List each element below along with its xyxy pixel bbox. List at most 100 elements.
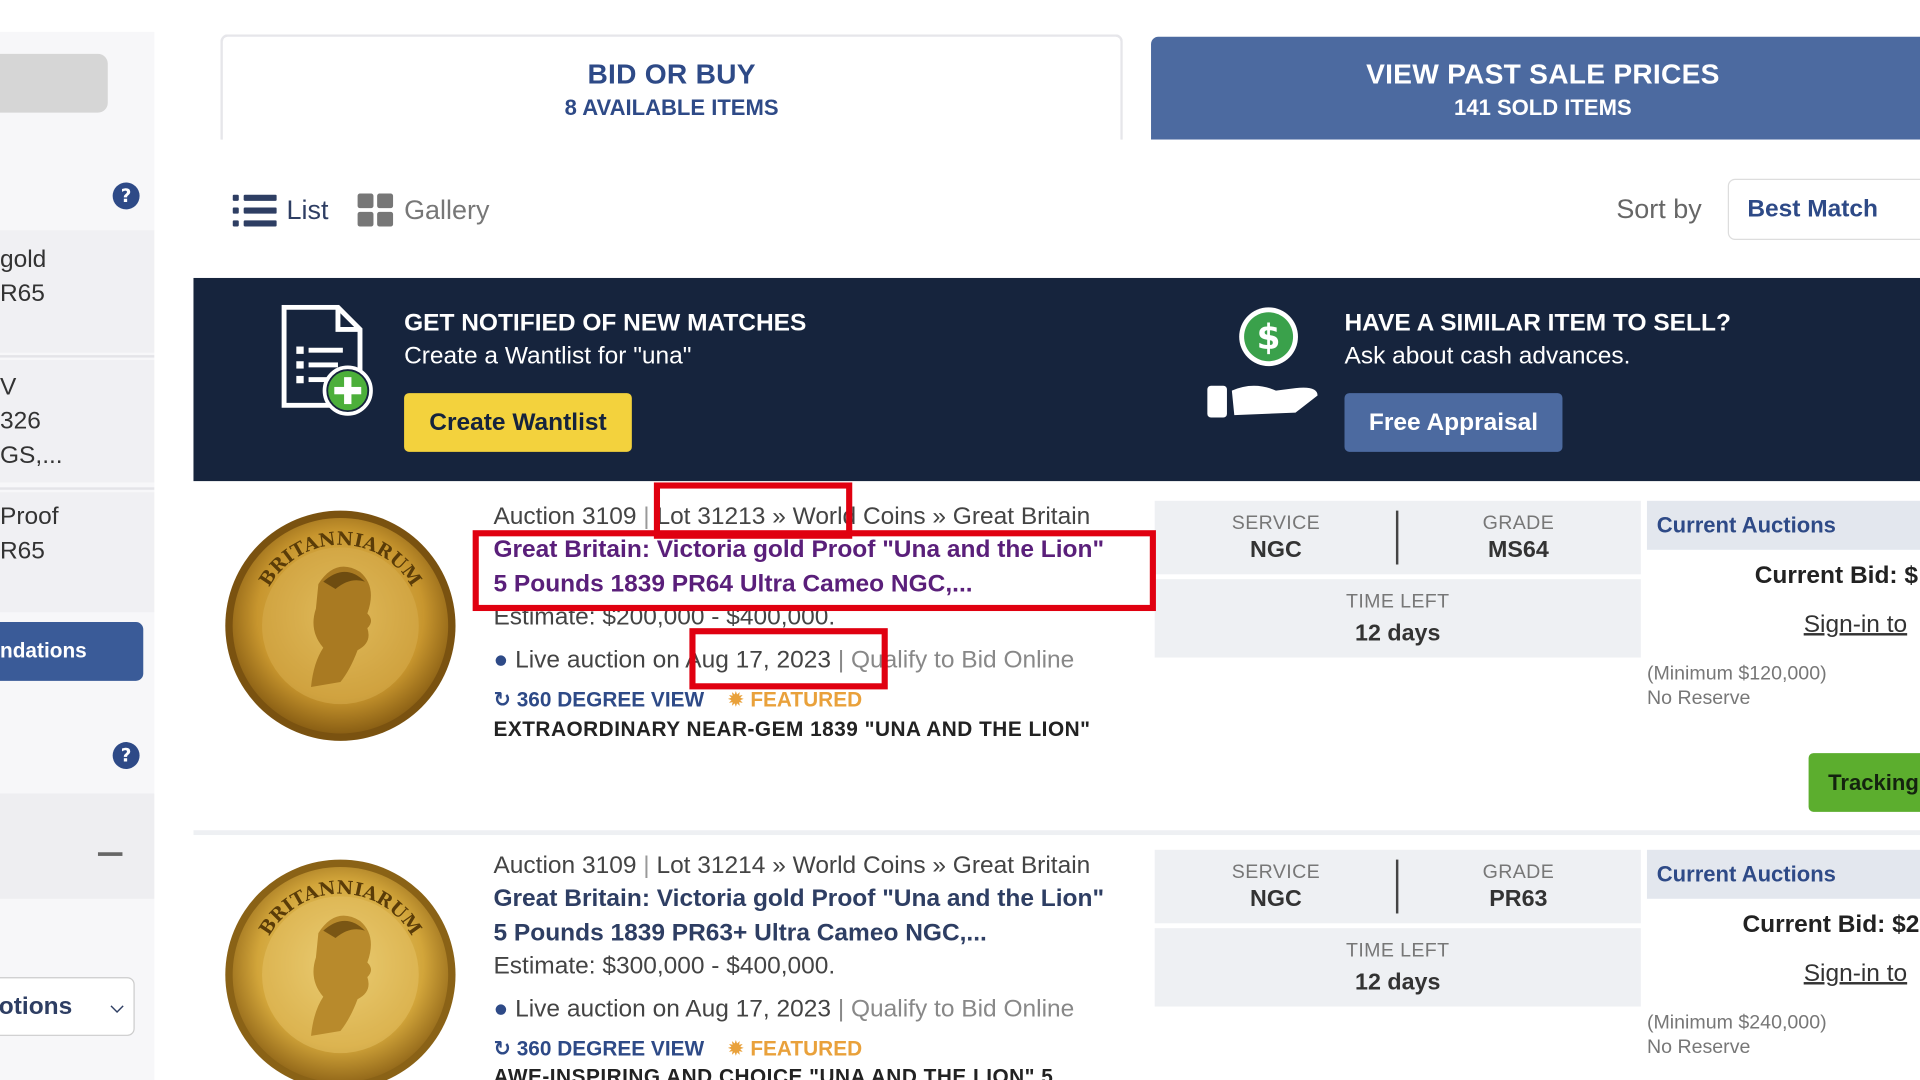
promo-banner: GET NOTIFIED OF NEW MATCHES Create a Wan… bbox=[193, 277, 1920, 482]
auction-panel: Current Auctions Current Bid: $ Sign-in … bbox=[1646, 500, 1920, 832]
live-prefix: Live auction on bbox=[515, 646, 680, 674]
current-bid: Current Bid: $ bbox=[1754, 562, 1918, 589]
rotate-icon: ↻ bbox=[493, 688, 511, 712]
filter-item-2[interactable]: V 326 GS,... bbox=[0, 360, 155, 483]
filter-item-text: R65 bbox=[0, 280, 45, 308]
list-icon bbox=[232, 194, 277, 227]
lot-number[interactable]: Lot 31213 bbox=[656, 503, 765, 530]
current-auctions-header: Current Auctions bbox=[1646, 500, 1920, 550]
tab-bid-or-buy[interactable]: BID OR BUY 8 AVAILABLE ITEMS bbox=[220, 34, 1123, 143]
listing-title-link[interactable]: Great Britain: Victoria gold Proof "Una … bbox=[493, 533, 1154, 602]
listing-title-line: 5 Pounds 1839 PR63+ Ultra Cameo NGC,... bbox=[493, 919, 987, 947]
service-value: NGC bbox=[1250, 537, 1302, 564]
listing-title-line: Great Britain: Victoria gold Proof "Una … bbox=[493, 885, 1105, 913]
category-path[interactable]: » World Coins » Great Britain bbox=[772, 852, 1090, 879]
tracking-button[interactable]: Tracking bbox=[1808, 753, 1920, 812]
divider bbox=[0, 487, 155, 490]
filter-item-1[interactable]: gold R65 bbox=[0, 230, 155, 353]
gavel-icon: ● bbox=[493, 646, 509, 674]
gallery-view-toggle[interactable]: Gallery bbox=[357, 193, 490, 227]
wantlist-document-icon bbox=[281, 304, 373, 416]
tab-subtitle: 141 SOLD ITEMS bbox=[1454, 95, 1632, 121]
360-view-link[interactable]: 360 DEGREE VIEW bbox=[517, 1037, 704, 1060]
reserve-status: No Reserve bbox=[1646, 688, 1751, 709]
listing-row: BRITANNIARUM Auction 3109 | Lot 31214 » … bbox=[193, 835, 1920, 1080]
category-path[interactable]: » World Coins » Great Britain bbox=[772, 503, 1090, 530]
filter-item-text: GS,... bbox=[0, 442, 63, 469]
listing-title-line: Great Britain: Victoria gold Proof "Una … bbox=[493, 536, 1105, 564]
live-auction-line: ● Live auction on Aug 17, 2023 | Qualify… bbox=[493, 646, 1075, 674]
minimum-bid: (Minimum $120,000) bbox=[1646, 663, 1827, 685]
star-icon: ✹ bbox=[727, 688, 745, 712]
options-label: otions bbox=[0, 993, 73, 1021]
grade-label: GRADE bbox=[1482, 513, 1555, 534]
coin-image[interactable]: BRITANNIARUM bbox=[223, 857, 458, 1080]
qualify-link[interactable]: Qualify to Bid Online bbox=[851, 996, 1074, 1023]
lot-number[interactable]: Lot 31214 bbox=[656, 852, 765, 879]
free-appraisal-button[interactable]: Free Appraisal bbox=[1344, 393, 1563, 452]
listing-breadcrumb: Auction 3109 | Lot 31214 » World Coins »… bbox=[493, 852, 1091, 880]
current-auctions-header: Current Auctions bbox=[1646, 849, 1920, 899]
help-icon[interactable]: ? bbox=[112, 742, 140, 769]
options-dropdown[interactable]: otions ⌵ bbox=[0, 977, 135, 1036]
list-label: List bbox=[286, 194, 329, 226]
qualify-link[interactable]: Qualify to Bid Online bbox=[851, 647, 1074, 674]
gavel-icon: ● bbox=[493, 995, 509, 1023]
service-label: SERVICE bbox=[1231, 513, 1321, 534]
filter-item-text: V bbox=[0, 373, 17, 401]
filter-item-text: gold bbox=[0, 246, 47, 274]
gallery-label: Gallery bbox=[404, 194, 490, 226]
listing-title-line: 5 Pounds 1839 PR64 Ultra Cameo NGC,... bbox=[493, 570, 973, 598]
recommendations-button[interactable]: ndations bbox=[0, 622, 144, 681]
cash-hand-icon: $ bbox=[1207, 307, 1318, 418]
time-left-box: TIME LEFT 12 days bbox=[1154, 579, 1641, 658]
grade-box: SERVICE NGC GRADE PR63 bbox=[1154, 849, 1641, 924]
feature-badges: ↻ 360 DEGREE VIEW ✹ FEATURED bbox=[493, 1037, 862, 1061]
grade-label: GRADE bbox=[1482, 862, 1555, 883]
notify-title: GET NOTIFIED OF NEW MATCHES bbox=[404, 309, 807, 337]
reserve-status: No Reserve bbox=[1646, 1037, 1751, 1058]
grade-value: PR63 bbox=[1489, 886, 1548, 913]
estimate-text: Estimate: $200,000 - $400,000. bbox=[493, 603, 836, 631]
notify-subtitle: Create a Wantlist for "una" bbox=[404, 342, 692, 370]
service-label: SERVICE bbox=[1231, 862, 1321, 883]
time-left-box: TIME LEFT 12 days bbox=[1154, 928, 1641, 1007]
time-left-value: 12 days bbox=[1355, 969, 1441, 996]
time-left-value: 12 days bbox=[1355, 620, 1441, 647]
360-view-link[interactable]: 360 DEGREE VIEW bbox=[517, 688, 704, 711]
auction-date: Aug 17, 2023 bbox=[685, 646, 832, 674]
filter-item-text: 326 bbox=[0, 407, 41, 435]
sign-in-link[interactable]: Sign-in to bbox=[1804, 611, 1907, 639]
live-auction-line: ● Live auction on Aug 17, 2023 | Qualify… bbox=[493, 995, 1075, 1023]
minimum-bid: (Minimum $240,000) bbox=[1646, 1012, 1827, 1034]
filter-sidebar: ? gold R65 V 326 GS,... Proof R65 ndatio… bbox=[0, 31, 155, 1080]
grade-box: SERVICE NGC GRADE MS64 bbox=[1154, 500, 1641, 575]
sidebar-button[interactable] bbox=[0, 53, 108, 113]
filter-item-text: R65 bbox=[0, 537, 45, 565]
help-icon[interactable]: ? bbox=[112, 182, 140, 210]
feature-badges: ↻ 360 DEGREE VIEW ✹ FEATURED bbox=[493, 688, 862, 712]
rotate-icon: ↻ bbox=[493, 1037, 511, 1061]
sort-dropdown[interactable]: Best Match bbox=[1727, 178, 1920, 241]
tab-title: BID OR BUY bbox=[587, 57, 756, 90]
current-bid: Current Bid: $2 bbox=[1742, 911, 1920, 938]
listing-row: BRITANNIARUM Auction 3109 | Lot 31213 » … bbox=[193, 481, 1920, 832]
collapse-icon[interactable] bbox=[97, 852, 123, 856]
sign-in-link[interactable]: Sign-in to bbox=[1804, 960, 1907, 988]
sell-subtitle: Ask about cash advances. bbox=[1344, 342, 1631, 370]
star-icon: ✹ bbox=[727, 1037, 745, 1061]
tab-title: VIEW PAST SALE PRICES bbox=[1366, 57, 1720, 90]
auction-number[interactable]: Auction 3109 bbox=[493, 852, 636, 879]
featured-badge: FEATURED bbox=[750, 688, 863, 712]
coin-image[interactable]: BRITANNIARUM bbox=[223, 508, 458, 743]
time-left-label: TIME LEFT bbox=[1346, 940, 1450, 962]
auction-number[interactable]: Auction 3109 bbox=[493, 503, 636, 530]
filter-item-3[interactable]: Proof R65 bbox=[0, 492, 155, 613]
listing-title-link[interactable]: Great Britain: Victoria gold Proof "Una … bbox=[493, 882, 1154, 951]
page: ? gold R65 V 326 GS,... Proof R65 ndatio… bbox=[0, 0, 1920, 1080]
create-wantlist-button[interactable]: Create Wantlist bbox=[404, 393, 632, 452]
tab-past-sale-prices[interactable]: VIEW PAST SALE PRICES 141 SOLD ITEMS bbox=[1151, 36, 1920, 140]
filter-item-text: Proof bbox=[0, 503, 59, 531]
svg-text:$: $ bbox=[1257, 318, 1281, 358]
list-view-toggle[interactable]: List bbox=[232, 193, 329, 227]
